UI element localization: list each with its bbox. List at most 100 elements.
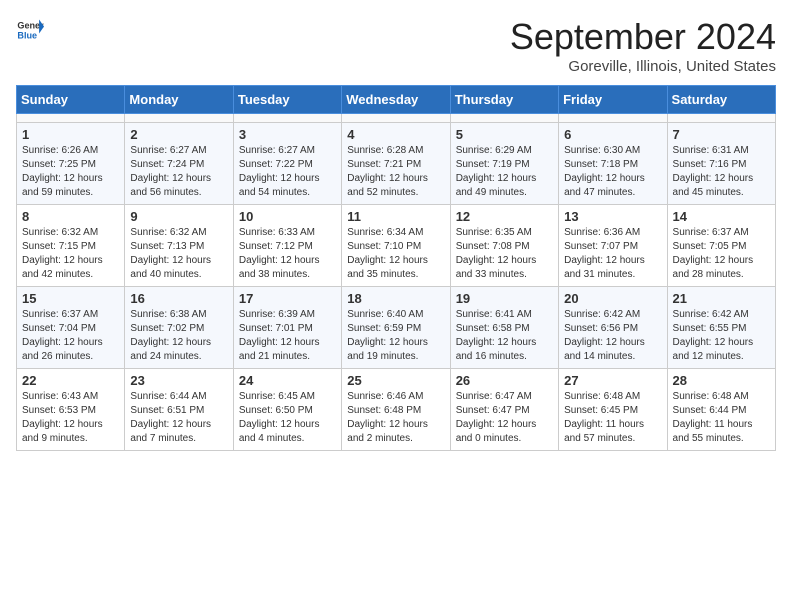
day-number: 9 [130,209,227,224]
col-wednesday: Wednesday [342,86,450,114]
day-number: 17 [239,291,336,306]
day-number: 14 [673,209,770,224]
day-info: Sunrise: 6:42 AM Sunset: 6:56 PM Dayligh… [564,308,661,364]
day-info: Sunrise: 6:43 AM Sunset: 6:53 PM Dayligh… [22,390,119,446]
col-saturday: Saturday [667,86,775,114]
day-info: Sunrise: 6:39 AM Sunset: 7:01 PM Dayligh… [239,308,336,364]
day-number: 7 [673,127,770,142]
day-info: Sunrise: 6:32 AM Sunset: 7:15 PM Dayligh… [22,226,119,282]
table-row: 26 Sunrise: 6:47 AM Sunset: 6:47 PM Dayl… [450,369,558,451]
day-number: 8 [22,209,119,224]
col-thursday: Thursday [450,86,558,114]
table-row: 5 Sunrise: 6:29 AM Sunset: 7:19 PM Dayli… [450,123,558,205]
day-info: Sunrise: 6:37 AM Sunset: 7:04 PM Dayligh… [22,308,119,364]
day-info: Sunrise: 6:41 AM Sunset: 6:58 PM Dayligh… [456,308,553,364]
day-info: Sunrise: 6:47 AM Sunset: 6:47 PM Dayligh… [456,390,553,446]
day-info: Sunrise: 6:28 AM Sunset: 7:21 PM Dayligh… [347,144,444,200]
day-info: Sunrise: 6:26 AM Sunset: 7:25 PM Dayligh… [22,144,119,200]
table-row: 16 Sunrise: 6:38 AM Sunset: 7:02 PM Dayl… [125,287,233,369]
day-number: 12 [456,209,553,224]
logo-icon: General Blue [16,16,44,44]
table-row: 12 Sunrise: 6:35 AM Sunset: 7:08 PM Dayl… [450,205,558,287]
table-row: 14 Sunrise: 6:37 AM Sunset: 7:05 PM Dayl… [667,205,775,287]
table-row [233,114,341,123]
day-info: Sunrise: 6:42 AM Sunset: 6:55 PM Dayligh… [673,308,770,364]
day-number: 5 [456,127,553,142]
location-title: Goreville, Illinois, United States [510,58,776,75]
day-info: Sunrise: 6:48 AM Sunset: 6:44 PM Dayligh… [673,390,770,446]
table-row [559,114,667,123]
day-info: Sunrise: 6:36 AM Sunset: 7:07 PM Dayligh… [564,226,661,282]
day-number: 2 [130,127,227,142]
day-number: 26 [456,373,553,388]
day-number: 4 [347,127,444,142]
table-row: 17 Sunrise: 6:39 AM Sunset: 7:01 PM Dayl… [233,287,341,369]
table-row: 2 Sunrise: 6:27 AM Sunset: 7:24 PM Dayli… [125,123,233,205]
svg-text:Blue: Blue [17,30,37,40]
day-number: 24 [239,373,336,388]
col-sunday: Sunday [17,86,125,114]
day-number: 25 [347,373,444,388]
day-info: Sunrise: 6:33 AM Sunset: 7:12 PM Dayligh… [239,226,336,282]
table-row [667,114,775,123]
table-row: 28 Sunrise: 6:48 AM Sunset: 6:44 PM Dayl… [667,369,775,451]
day-info: Sunrise: 6:31 AM Sunset: 7:16 PM Dayligh… [673,144,770,200]
day-number: 20 [564,291,661,306]
table-row: 25 Sunrise: 6:46 AM Sunset: 6:48 PM Dayl… [342,369,450,451]
day-number: 16 [130,291,227,306]
day-number: 13 [564,209,661,224]
table-row: 1 Sunrise: 6:26 AM Sunset: 7:25 PM Dayli… [17,123,125,205]
calendar: Sunday Monday Tuesday Wednesday Thursday… [16,85,776,451]
table-row: 8 Sunrise: 6:32 AM Sunset: 7:15 PM Dayli… [17,205,125,287]
month-title: September 2024 [510,16,776,58]
header: General Blue September 2024 Goreville, I… [16,16,776,75]
table-row: 3 Sunrise: 6:27 AM Sunset: 7:22 PM Dayli… [233,123,341,205]
table-row: 11 Sunrise: 6:34 AM Sunset: 7:10 PM Dayl… [342,205,450,287]
calendar-header-row: Sunday Monday Tuesday Wednesday Thursday… [17,86,776,114]
day-number: 19 [456,291,553,306]
day-number: 15 [22,291,119,306]
day-number: 28 [673,373,770,388]
day-number: 23 [130,373,227,388]
table-row [342,114,450,123]
day-info: Sunrise: 6:27 AM Sunset: 7:22 PM Dayligh… [239,144,336,200]
col-tuesday: Tuesday [233,86,341,114]
table-row: 24 Sunrise: 6:45 AM Sunset: 6:50 PM Dayl… [233,369,341,451]
table-row: 9 Sunrise: 6:32 AM Sunset: 7:13 PM Dayli… [125,205,233,287]
logo: General Blue [16,16,44,44]
day-number: 11 [347,209,444,224]
table-row [450,114,558,123]
day-number: 22 [22,373,119,388]
day-number: 3 [239,127,336,142]
day-info: Sunrise: 6:35 AM Sunset: 7:08 PM Dayligh… [456,226,553,282]
calendar-week-row: 15 Sunrise: 6:37 AM Sunset: 7:04 PM Dayl… [17,287,776,369]
day-info: Sunrise: 6:44 AM Sunset: 6:51 PM Dayligh… [130,390,227,446]
table-row: 15 Sunrise: 6:37 AM Sunset: 7:04 PM Dayl… [17,287,125,369]
calendar-week-row [17,114,776,123]
col-friday: Friday [559,86,667,114]
calendar-week-row: 8 Sunrise: 6:32 AM Sunset: 7:15 PM Dayli… [17,205,776,287]
day-info: Sunrise: 6:27 AM Sunset: 7:24 PM Dayligh… [130,144,227,200]
calendar-week-row: 1 Sunrise: 6:26 AM Sunset: 7:25 PM Dayli… [17,123,776,205]
table-row: 19 Sunrise: 6:41 AM Sunset: 6:58 PM Dayl… [450,287,558,369]
table-row: 23 Sunrise: 6:44 AM Sunset: 6:51 PM Dayl… [125,369,233,451]
day-number: 1 [22,127,119,142]
day-number: 27 [564,373,661,388]
table-row [17,114,125,123]
day-number: 21 [673,291,770,306]
day-info: Sunrise: 6:29 AM Sunset: 7:19 PM Dayligh… [456,144,553,200]
col-monday: Monday [125,86,233,114]
day-number: 6 [564,127,661,142]
calendar-week-row: 22 Sunrise: 6:43 AM Sunset: 6:53 PM Dayl… [17,369,776,451]
day-info: Sunrise: 6:46 AM Sunset: 6:48 PM Dayligh… [347,390,444,446]
day-info: Sunrise: 6:37 AM Sunset: 7:05 PM Dayligh… [673,226,770,282]
table-row: 20 Sunrise: 6:42 AM Sunset: 6:56 PM Dayl… [559,287,667,369]
day-info: Sunrise: 6:38 AM Sunset: 7:02 PM Dayligh… [130,308,227,364]
day-info: Sunrise: 6:32 AM Sunset: 7:13 PM Dayligh… [130,226,227,282]
day-info: Sunrise: 6:30 AM Sunset: 7:18 PM Dayligh… [564,144,661,200]
table-row: 6 Sunrise: 6:30 AM Sunset: 7:18 PM Dayli… [559,123,667,205]
day-info: Sunrise: 6:40 AM Sunset: 6:59 PM Dayligh… [347,308,444,364]
table-row: 4 Sunrise: 6:28 AM Sunset: 7:21 PM Dayli… [342,123,450,205]
table-row [125,114,233,123]
title-area: September 2024 Goreville, Illinois, Unit… [510,16,776,75]
